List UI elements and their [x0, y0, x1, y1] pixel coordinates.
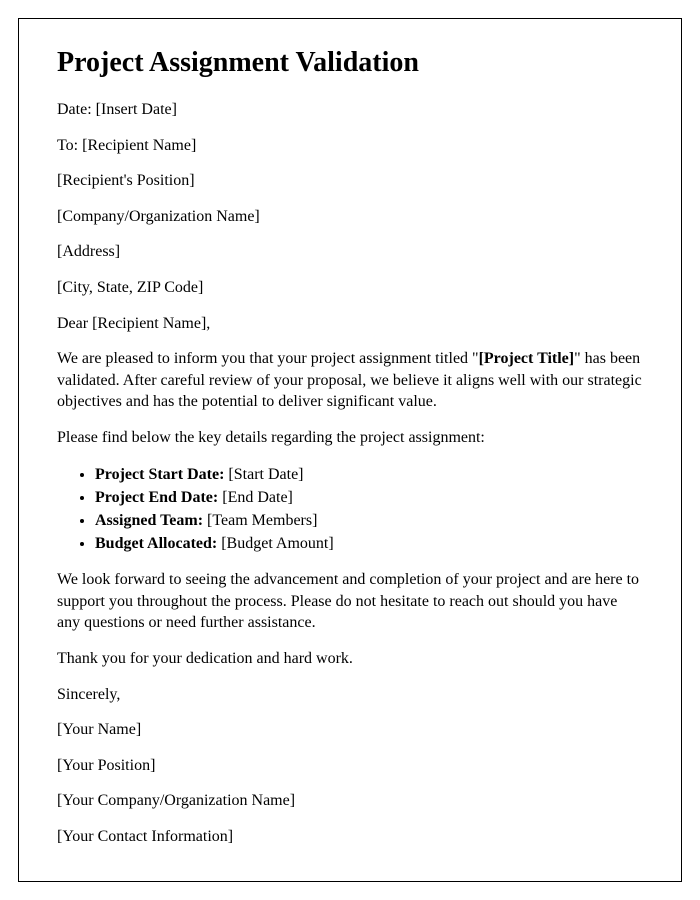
paragraph-1: We are pleased to inform you that your p…	[57, 348, 643, 413]
detail-label: Project End Date:	[95, 489, 218, 506]
to-line: To: [Recipient Name]	[57, 135, 643, 157]
detail-value: [Budget Amount]	[217, 535, 333, 552]
detail-value: [End Date]	[218, 489, 293, 506]
details-list: Project Start Date: [Start Date] Project…	[95, 463, 643, 556]
detail-label: Assigned Team:	[95, 512, 203, 529]
document-container: Project Assignment Validation Date: [Ins…	[18, 18, 682, 882]
paragraph-4: Thank you for your dedication and hard w…	[57, 648, 643, 670]
project-title-bold: [Project Title]	[479, 350, 575, 367]
city-state-zip: [City, State, ZIP Code]	[57, 277, 643, 299]
date-line: Date: [Insert Date]	[57, 99, 643, 121]
list-item: Project End Date: [End Date]	[95, 486, 643, 509]
detail-value: [Team Members]	[203, 512, 317, 529]
detail-label: Budget Allocated:	[95, 535, 217, 552]
paragraph-3: We look forward to seeing the advancemen…	[57, 569, 643, 634]
salutation: Dear [Recipient Name],	[57, 313, 643, 335]
detail-value: [Start Date]	[224, 466, 303, 483]
list-item: Project Start Date: [Start Date]	[95, 463, 643, 486]
salutation-suffix: ,	[206, 315, 210, 332]
to-value: [Recipient Name]	[82, 137, 196, 154]
sender-contact: [Your Contact Information]	[57, 826, 643, 848]
detail-label: Project Start Date:	[95, 466, 224, 483]
sender-name: [Your Name]	[57, 719, 643, 741]
list-item: Assigned Team: [Team Members]	[95, 509, 643, 532]
to-label: To:	[57, 137, 82, 154]
paragraph-2: Please find below the key details regard…	[57, 427, 643, 449]
list-item: Budget Allocated: [Budget Amount]	[95, 532, 643, 555]
company-name: [Company/Organization Name]	[57, 206, 643, 228]
salutation-name: [Recipient Name]	[92, 315, 206, 332]
sender-company: [Your Company/Organization Name]	[57, 790, 643, 812]
closing: Sincerely,	[57, 684, 643, 706]
date-label: Date:	[57, 101, 96, 118]
date-value: [Insert Date]	[96, 101, 177, 118]
sender-position: [Your Position]	[57, 755, 643, 777]
address: [Address]	[57, 241, 643, 263]
page-title: Project Assignment Validation	[57, 47, 643, 79]
para1-a: We are pleased to inform you that your p…	[57, 350, 479, 367]
salutation-prefix: Dear	[57, 315, 92, 332]
recipient-position: [Recipient's Position]	[57, 170, 643, 192]
